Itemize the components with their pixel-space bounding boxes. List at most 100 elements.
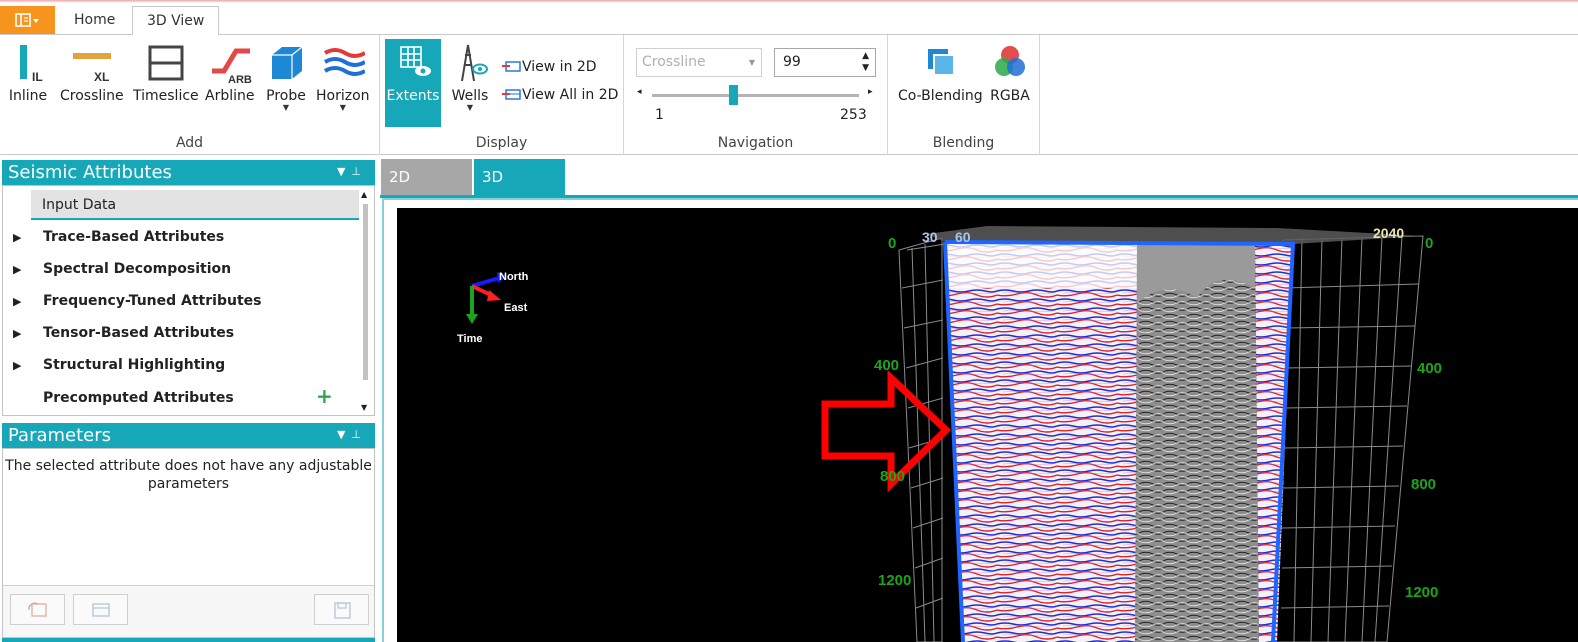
attributes-scrollbar[interactable]: ▲ ▼ (361, 190, 371, 412)
3d-scene[interactable]: 0 400 800 1200 0 400 800 1200 30 60 2040… (397, 208, 1578, 642)
expand-triangle-icon[interactable]: ▶ (13, 359, 43, 372)
panel-menu-icon[interactable]: ▼ (337, 428, 351, 441)
save-parameters-button[interactable] (314, 594, 369, 625)
stepper-down-icon[interactable]: ▼ (862, 63, 869, 73)
wells-label: Wells (451, 88, 489, 104)
seismic-top-fade (945, 242, 1137, 288)
wells-button[interactable]: Wells ▼ (448, 39, 492, 112)
scroll-up-icon[interactable]: ▲ (361, 190, 367, 199)
rgba-circles-icon (988, 39, 1032, 87)
doc-tab-2d-view[interactable]: 2D View✕ (381, 159, 472, 223)
co-blending-icon (918, 39, 962, 87)
scroll-down-icon[interactable]: ▼ (361, 403, 367, 412)
inline-label: Inline (8, 88, 48, 104)
rgba-button[interactable]: RGBA (988, 39, 1032, 104)
arbline-icon: ARB (208, 39, 252, 87)
probe-dropdown-icon: ▼ (282, 103, 290, 112)
save-disk-icon (333, 601, 351, 619)
reset-parameters-button[interactable] (10, 594, 65, 625)
timeslice-button[interactable]: Timeslice (133, 39, 199, 104)
extents-button[interactable]: Extents (385, 39, 441, 127)
tick-left-400: 400 (874, 357, 899, 374)
app-menu-icon (14, 13, 39, 27)
expand-triangle-icon[interactable]: ▶ (13, 295, 43, 308)
expand-triangle-icon[interactable]: ▶ (13, 263, 43, 276)
tree-item-spectral-decomposition[interactable]: ▶ Spectral Decomposition (13, 258, 231, 280)
load-parameters-button[interactable] (73, 594, 128, 625)
parameters-body: The selected attribute does not have any… (2, 448, 375, 638)
panel-menu-icon[interactable]: ▼ (337, 165, 351, 178)
view-in-2d-button[interactable]: View in 2D (502, 59, 597, 75)
seismic-attributes-header: Seismic Attributes ▼⊥ (2, 160, 375, 186)
timeslice-icon (144, 39, 188, 87)
tree-item-label: Tensor-Based Attributes (43, 325, 235, 341)
blending-group: Co-Blending RGBA Blending (888, 35, 1040, 155)
co-blending-button[interactable]: Co-Blending (898, 39, 983, 104)
tick-left-1200: 1200 (878, 572, 911, 589)
inline-button[interactable]: IL Inline (6, 39, 50, 104)
tab-home[interactable]: Home (60, 6, 129, 35)
tree-item-label: Precomputed Attributes (43, 390, 234, 406)
stepper-up-icon[interactable]: ▲ (862, 51, 869, 61)
tick-left-800: 800 (880, 468, 905, 485)
crossline-label: Crossline (60, 88, 124, 104)
tick-right-1200: 1200 (1405, 584, 1438, 601)
tab-3d-view[interactable]: 3D View (132, 6, 220, 36)
slice-type-select[interactable]: Crossline ▼ (636, 48, 762, 77)
parameters-footer (3, 585, 374, 637)
crossline-button[interactable]: XL Crossline (60, 39, 124, 104)
svg-text:XL: XL (94, 70, 109, 84)
app-menu-button[interactable] (0, 6, 55, 34)
slider-left-arrow-icon[interactable]: ◂ (637, 87, 642, 97)
add-precomputed-plus-icon[interactable]: + (316, 384, 333, 408)
3d-viewport[interactable]: 0 400 800 1200 0 400 800 1200 30 60 2040… (397, 208, 1578, 642)
add-group: IL Inline XL Crossline Timeslice ARB Arb… (0, 35, 380, 155)
slice-slider-thumb[interactable] (729, 85, 738, 105)
scrollbar-thumb[interactable] (363, 204, 368, 380)
slice-number-stepper[interactable]: 99 ▲ ▼ (774, 48, 876, 77)
seismic-attributes-title: Seismic Attributes (8, 162, 172, 183)
tick-top-2040: 2040 (1373, 225, 1404, 241)
pin-icon[interactable]: ⊥ (351, 428, 367, 441)
add-group-label: Add (175, 135, 204, 151)
tree-item-label: Spectral Decomposition (43, 261, 232, 277)
tree-item-tensor-based[interactable]: ▶ Tensor-Based Attributes (13, 322, 234, 344)
slice-type-value: Crossline (642, 54, 706, 70)
extents-label: Extents (386, 88, 440, 104)
horizon-label: Horizon (316, 88, 370, 104)
inline-icon: IL (6, 39, 50, 87)
panel-bottom-strip (2, 638, 375, 642)
expand-triangle-icon[interactable]: ▶ (13, 327, 43, 340)
right-grid-wall (1277, 235, 1424, 642)
tick-right-800: 800 (1411, 476, 1436, 493)
expand-triangle-icon[interactable]: ▶ (13, 231, 43, 244)
tree-item-label: Structural Highlighting (43, 357, 226, 373)
view-all-in-2d-button[interactable]: View All in 2D (502, 87, 618, 103)
seismic-attributes-list: Input Data ▶ Trace-Based Attributes ▶ Sp… (2, 185, 375, 416)
arbline-label: Arbline (205, 88, 255, 104)
tree-item-precomputed[interactable]: ▶ Precomputed Attributes (13, 387, 234, 409)
view-all-in-2d-icon (502, 89, 521, 100)
display-group: Extents Wells ▼ View in 2D View All in 2… (380, 35, 624, 155)
slider-right-arrow-icon[interactable]: ▸ (868, 87, 873, 97)
axis-time-label: Time (457, 333, 482, 345)
arbline-button[interactable]: ARB Arbline (205, 39, 255, 104)
crossline-icon: XL (70, 39, 114, 87)
tree-item-structural-highlighting[interactable]: ▶ Structural Highlighting (13, 354, 225, 376)
parameters-title: Parameters (8, 425, 112, 446)
tree-item-trace-based[interactable]: ▶ Trace-Based Attributes (13, 226, 224, 248)
slice-slider-track[interactable] (652, 94, 859, 97)
svg-text:IL: IL (32, 70, 43, 84)
axis-north-label: North (499, 271, 529, 283)
tick-right-0: 0 (1425, 235, 1433, 252)
horizon-button[interactable]: Horizon ▼ (316, 39, 370, 112)
tree-item-frequency-tuned[interactable]: ▶ Frequency-Tuned Attributes (13, 290, 261, 312)
tree-item-input-data[interactable]: Input Data (31, 190, 359, 220)
horizon-icon (321, 39, 365, 87)
doc-tab-3d-view[interactable]: 3D View✕ (474, 159, 565, 223)
tick-right-400: 400 (1417, 360, 1442, 377)
pin-icon[interactable]: ⊥ (351, 165, 367, 178)
seismic-section-gray (1135, 244, 1259, 642)
view-all-in-2d-label: View All in 2D (522, 87, 619, 103)
probe-button[interactable]: Probe ▼ (264, 39, 308, 112)
